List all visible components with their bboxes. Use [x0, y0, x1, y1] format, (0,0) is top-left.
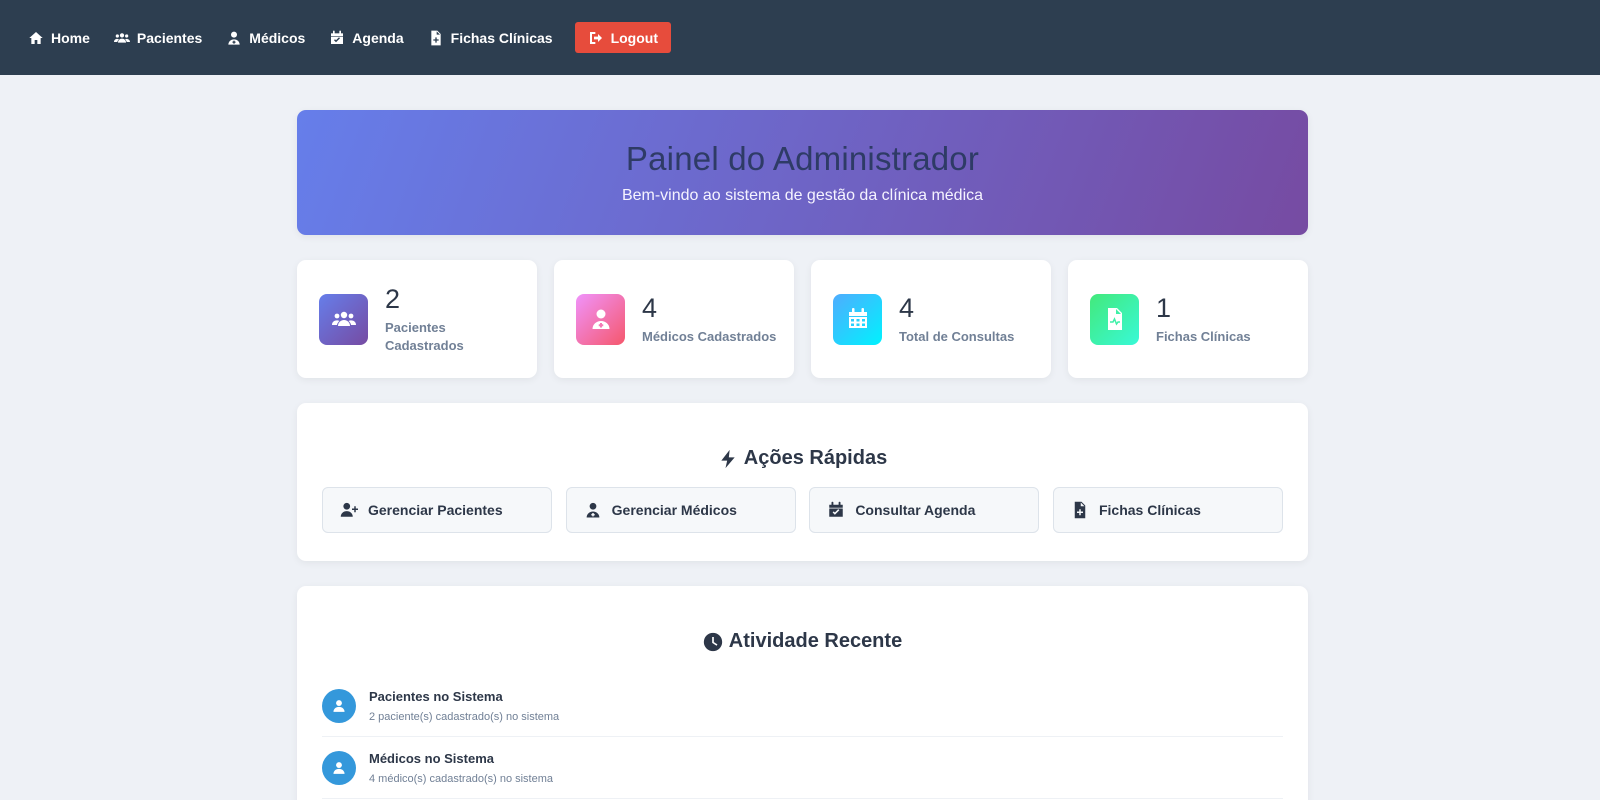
main-content: Painel do Administrador Bem-vindo ao sis… [297, 110, 1308, 800]
calendar-check-icon [331, 30, 344, 44]
view-schedule-label: Consultar Agenda [855, 502, 976, 518]
stat-card-pacientes: 2 Pacientes Cadastrados [297, 260, 537, 378]
stat-card-consultas: 4 Total de Consultas [811, 260, 1051, 378]
manage-patients-button[interactable]: Gerenciar Pacientes [322, 487, 552, 533]
activity-avatar [322, 688, 356, 723]
user-icon [333, 761, 345, 774]
nav-home-label: Home [51, 29, 90, 46]
activity-title: Pacientes no Sistema [369, 688, 503, 704]
clock-icon [703, 632, 722, 651]
welcome-banner: Painel do Administrador Bem-vindo ao sis… [297, 110, 1308, 235]
nav-fichas[interactable]: Fichas Clínicas [428, 30, 553, 46]
stat-label: Total de Consultas [899, 329, 1015, 345]
stat-value: 4 [899, 292, 915, 323]
doctor-icon [586, 502, 600, 518]
nav-agenda[interactable]: Agenda [329, 29, 404, 46]
stat-icon-box [319, 293, 368, 345]
manage-patients-label: Gerenciar Pacientes [368, 502, 503, 518]
stat-label: Fichas Clínicas [1156, 329, 1251, 345]
stat-icon-box [576, 293, 625, 345]
page-title: Painel do Administrador [625, 140, 980, 177]
quick-actions-panel: Ações Rápidas Gerenciar Pacientes Gerenc… [297, 403, 1308, 561]
activity-item: Pacientes no Sistema 2 paciente(s) cadas… [322, 675, 1283, 737]
recent-activity-panel: Atividade Recente Pacientes no Sistema 2… [297, 586, 1308, 800]
calendar-icon [848, 308, 867, 328]
recent-activity-title: Atividade Recente [322, 586, 1283, 653]
user-icon [333, 699, 345, 712]
top-navbar: Home Pacientes Médicos Agenda Fichas Clí… [0, 0, 1600, 75]
stat-value: 1 [1156, 292, 1172, 323]
activity-avatar [322, 750, 356, 785]
home-icon [29, 31, 43, 44]
activity-description: 4 médico(s) cadastrado(s) no sistema [369, 772, 554, 785]
doctor-icon [592, 309, 609, 329]
stat-card-fichas: 1 Fichas Clínicas [1068, 260, 1308, 378]
clinical-records-button[interactable]: Fichas Clínicas [1052, 487, 1283, 533]
file-medical-icon [1107, 308, 1122, 330]
stat-text: 4 Médicos Cadastrados [642, 292, 776, 346]
stat-text: 2 Pacientes Cadastrados [385, 283, 517, 355]
stat-text: 1 Fichas Clínicas [1156, 292, 1251, 346]
nav-pacientes[interactable]: Pacientes [113, 29, 203, 46]
nav-medicos[interactable]: Médicos [226, 30, 305, 46]
users-icon [331, 311, 356, 326]
stats-row: 2 Pacientes Cadastrados 4 Médicos Cadast… [297, 260, 1308, 378]
stat-text: 4 Total de Consultas [899, 292, 1014, 346]
activity-description: 2 paciente(s) cadastrado(s) no sistema [369, 710, 560, 723]
stat-card-medicos: 4 Médicos Cadastrados [554, 260, 794, 378]
activity-list: Pacientes no Sistema 2 paciente(s) cadas… [322, 675, 1283, 799]
nav-pacientes-label: Pacientes [136, 29, 203, 46]
file-medical-icon [430, 30, 441, 45]
activity-title: Médicos no Sistema [369, 750, 494, 766]
manage-doctors-button[interactable]: Gerenciar Médicos [565, 487, 796, 533]
user-plus-icon [340, 502, 358, 517]
nav-medicos-label: Médicos [249, 29, 306, 46]
nav-fichas-label: Fichas Clínicas [450, 29, 553, 46]
stat-label: Pacientes Cadastrados [385, 320, 464, 354]
manage-doctors-label: Gerenciar Médicos [611, 502, 737, 518]
stat-icon-box [1090, 293, 1139, 345]
activity-text: Pacientes no Sistema 2 paciente(s) cadas… [369, 689, 559, 723]
stat-label: Médicos Cadastrados [642, 329, 777, 345]
page-subtitle: Bem-vindo ao sistema de gestão da clínic… [621, 187, 984, 204]
view-schedule-button[interactable]: Consultar Agenda [809, 487, 1040, 533]
nav-home[interactable]: Home [28, 30, 90, 46]
clinical-records-label: Fichas Clínicas [1098, 502, 1201, 518]
nav-agenda-label: Agenda [352, 29, 404, 46]
activity-item: Médicos no Sistema 4 médico(s) cadastrad… [322, 737, 1283, 799]
quick-actions-title: Ações Rápidas [322, 403, 1283, 470]
recent-activity-title-text: Atividade Recente [728, 630, 903, 652]
quick-actions-row: Gerenciar Pacientes Gerenciar Médicos Co… [322, 487, 1283, 533]
activity-text: Médicos no Sistema 4 médico(s) cadastrad… [369, 751, 553, 785]
users-icon [113, 32, 130, 43]
sign-out-icon [589, 31, 602, 44]
calendar-check-icon [829, 501, 844, 517]
quick-actions-title-text: Ações Rápidas [743, 447, 888, 469]
logout-button[interactable]: Logout [574, 22, 671, 53]
stat-icon-box [833, 293, 882, 345]
doctor-icon [228, 31, 240, 45]
bolt-icon [721, 449, 735, 468]
stat-value: 4 [642, 292, 658, 323]
logout-label: Logout [610, 29, 658, 46]
stat-value: 2 [385, 283, 401, 314]
file-medical-icon [1074, 501, 1086, 519]
